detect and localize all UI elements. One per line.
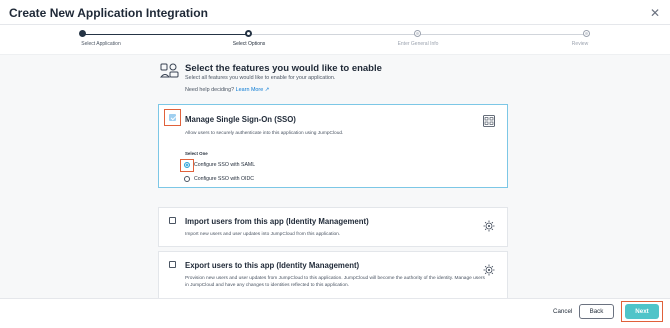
feature-description: Import new users and user updates into J… [185, 232, 341, 237]
saml-radio[interactable] [184, 162, 190, 168]
sso-grid-icon [483, 115, 495, 127]
external-link-icon: ↗ [264, 87, 270, 93]
step-dot-current-icon [245, 30, 252, 37]
next-button[interactable]: Next [625, 304, 659, 319]
cancel-button[interactable]: Cancel [553, 308, 572, 315]
oidc-radio-label[interactable]: Configure SSO with OIDC [194, 176, 254, 182]
feature-selection-panel[interactable]: Select the features you would like to en… [0, 54, 670, 299]
feature-card-export-users[interactable]: Export users to this app (Identity Manag… [158, 251, 508, 299]
oidc-radio[interactable] [184, 176, 190, 182]
step-label-select-options: Select Options [232, 41, 266, 47]
features-icon [160, 63, 179, 78]
saml-radio-label[interactable]: Configure SSO with SAML [194, 162, 255, 168]
feature-card-import-users[interactable]: Import users from this app (Identity Man… [158, 207, 508, 247]
feature-description: Provision new users and user updates fro… [185, 276, 485, 288]
import-users-checkbox[interactable] [169, 217, 176, 224]
step-dot-upcoming-icon [583, 30, 590, 37]
stepper-track-complete [83, 34, 249, 35]
header-divider [0, 24, 670, 25]
step-dot-complete-icon [79, 30, 86, 37]
step-label-enter-general-info: Enter General Info [397, 41, 439, 47]
feature-title: Import users from this app (Identity Man… [185, 217, 369, 226]
step-dot-upcoming-icon [414, 30, 421, 37]
close-icon[interactable]: ✕ [650, 6, 660, 20]
step-label-select-application: Select Application [81, 41, 121, 47]
modal-title: Create New Application Integration [9, 6, 208, 20]
section-subtitle: Select all features you would like to en… [185, 75, 336, 81]
feature-description: Allow users to securely authenticate int… [185, 131, 344, 136]
feature-card-sso[interactable]: Manage Single Sign-On (SSO) Allow users … [158, 104, 508, 188]
step-label-review: Review [571, 41, 589, 47]
feature-title: Export users to this app (Identity Manag… [185, 261, 360, 270]
progress-stepper: Select Application Select Options Enter … [0, 26, 670, 54]
export-users-checkbox[interactable] [169, 261, 176, 268]
help-prefix: Need help deciding? [185, 87, 235, 93]
sso-checkbox[interactable] [169, 114, 176, 121]
learn-more-link[interactable]: Learn More ↗ [236, 87, 270, 93]
learn-more-label: Learn More [235, 87, 264, 93]
footer-divider [0, 298, 670, 299]
select-one-label: Select One [185, 151, 208, 156]
feature-title: Manage Single Sign-On (SSO) [185, 115, 296, 124]
section-title: Select the features you would like to en… [185, 63, 382, 74]
help-text: Need help deciding? Learn More ↗ [185, 87, 269, 93]
back-button[interactable]: Back [579, 304, 614, 319]
